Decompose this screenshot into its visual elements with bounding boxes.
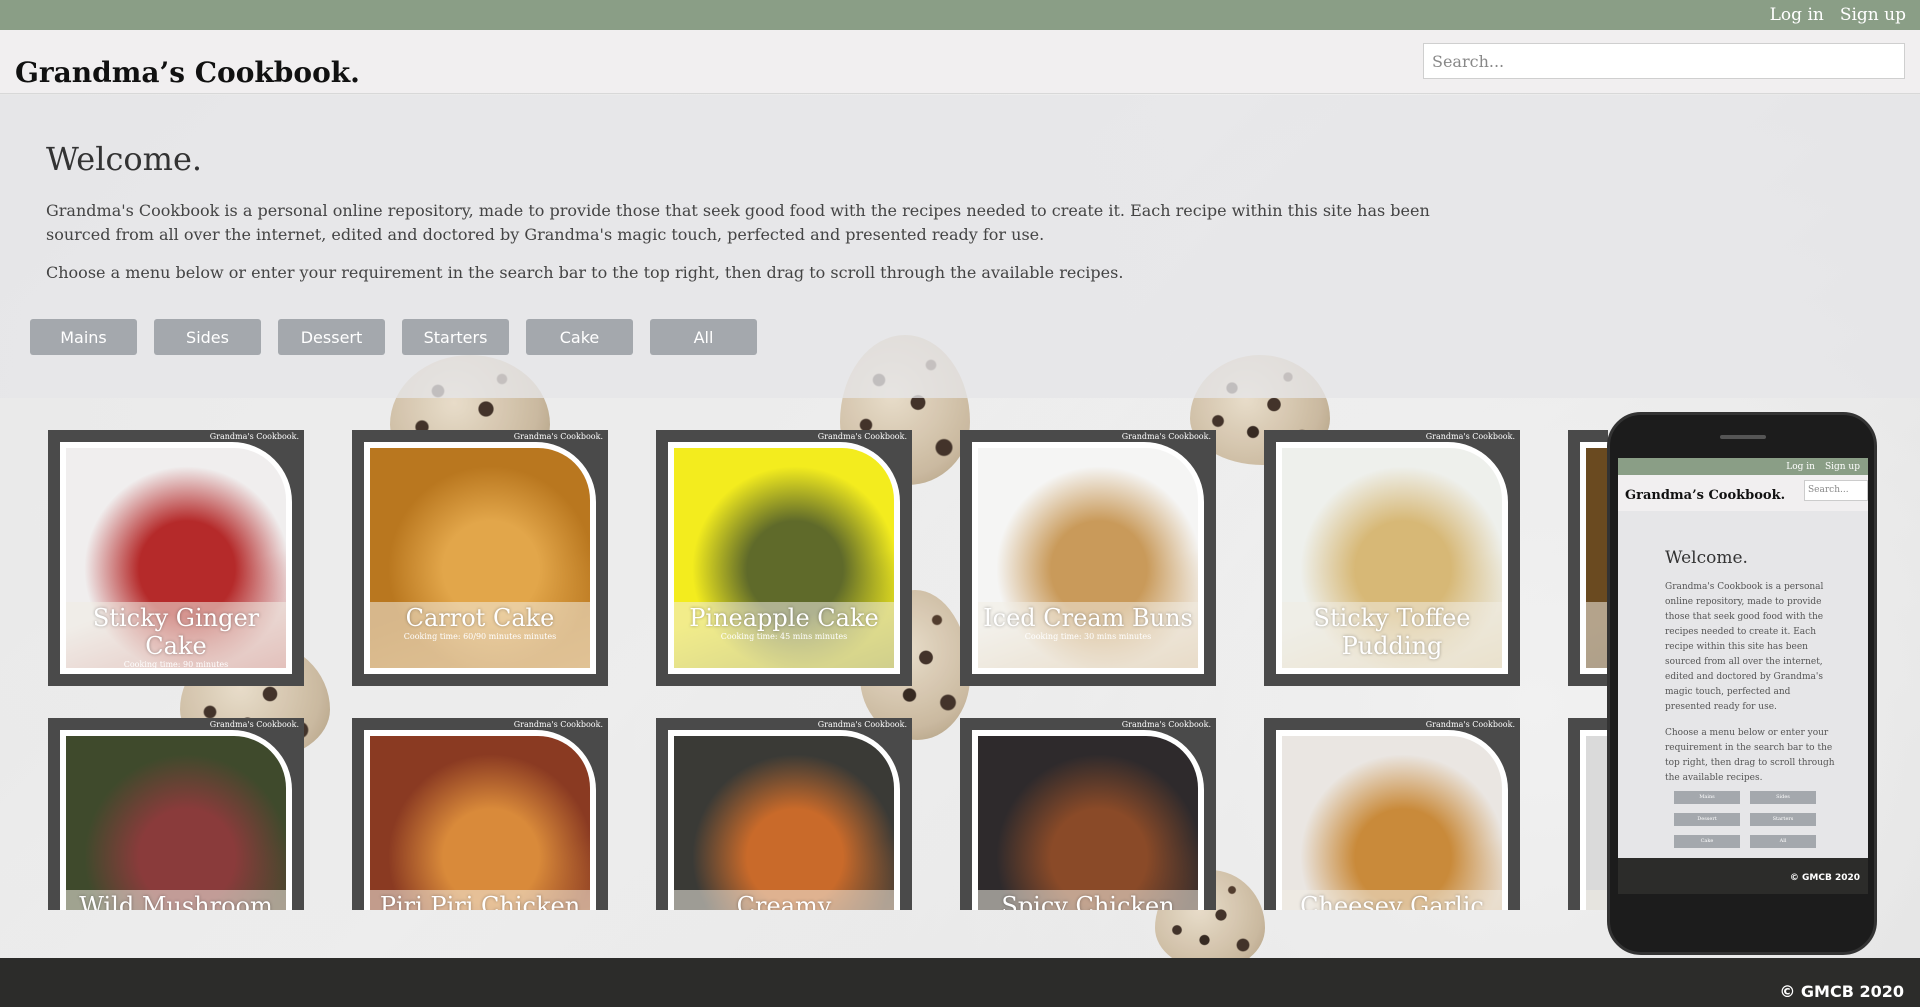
phone-search-input: Search... (1804, 480, 1868, 501)
cooking-time: Cooking time: 45 mins minutes (720, 632, 848, 641)
recipe-caption: Wild Mushroom (66, 890, 286, 910)
card-brand-tag: Grandma's Cookbook. (817, 720, 907, 729)
filter-sides-button[interactable]: Sides (154, 319, 261, 355)
site-header: Grandma’s Cookbook. (0, 30, 1920, 94)
category-filters: Mains Sides Dessert Starters Cake All (30, 319, 757, 355)
phone-brand: Grandma’s Cookbook. (1625, 488, 1786, 503)
card-brand-tag: Grandma's Cookbook. (1121, 720, 1211, 729)
cooking-time: Cooking time: 60/90 minutes minutes (403, 632, 557, 641)
recipe-caption: P (1586, 890, 1608, 910)
recipe-name: Sticky Ginger Cake (92, 604, 260, 660)
site-footer: © GMCB 2020 (0, 958, 1920, 1007)
card-brand-tag: Grandma's Cookbook. (817, 432, 907, 441)
card-brand-tag: Grandma's Cookbook. (1425, 432, 1515, 441)
recipe-image (1282, 736, 1502, 910)
phone-screen: Log in Sign up Grandma’s Cookbook. Searc… (1618, 458, 1868, 894)
recipe-image (674, 736, 894, 910)
copyright: © GMCB 2020 (1779, 982, 1904, 1001)
recipe-name: Sticky Toffee Pudding (1313, 604, 1471, 660)
recipe-card[interactable]: Grandma's Cookbook. Cheesey Garlic (1264, 718, 1520, 910)
phone-header: Grandma’s Cookbook. Search... (1618, 475, 1868, 511)
phone-copyright: © GMCB 2020 (1789, 873, 1860, 883)
card-brand-tag: Grandma's Cookbook. (513, 432, 603, 441)
recipe-name: Wild Mushroom (79, 892, 273, 910)
recipe-caption (1586, 602, 1608, 668)
recipe-card[interactable]: Grandma's Cookbook. Creamy Mushroom (656, 718, 912, 910)
recipe-card[interactable]: Grandma's Cookbook. (1568, 430, 1608, 686)
recipe-card[interactable]: Grandma's Cookbook. Iced Cream Buns Cookin… (960, 430, 1216, 686)
card-brand-tag: Grandma's Cookbook. (1425, 720, 1515, 729)
filter-cake-button[interactable]: Cake (526, 319, 633, 355)
recipe-caption: Spicy Chicken Pitta (978, 890, 1198, 910)
card-brand-tag: Grandma's Cookbook. (209, 432, 299, 441)
filter-dessert-button[interactable]: Dessert (278, 319, 385, 355)
login-link[interactable]: Log in (1770, 5, 1824, 25)
recipe-caption: Sticky Toffee Pudding (1282, 602, 1502, 668)
recipe-name: Iced Cream Buns (983, 604, 1193, 632)
cooking-time: Cooking time: 30 mins minutes (1024, 632, 1152, 641)
search-input[interactable] (1423, 43, 1905, 79)
instructions-text: Choose a menu below or enter your requir… (46, 263, 1124, 282)
card-brand-tag: Grandma's Cookbook. (209, 720, 299, 729)
recipe-card[interactable]: Grandma's Cookbook. Sticky Toffee Pudding (1264, 430, 1520, 686)
filter-all-button[interactable]: All (650, 319, 757, 355)
recipe-name: Cheesey Garlic (1300, 892, 1484, 910)
recipe-name: Piri Piri Chicken (379, 892, 581, 910)
recipe-card[interactable]: Grandma's Cookbook.P (1568, 718, 1608, 910)
signup-link[interactable]: Sign up (1840, 5, 1906, 25)
recipe-caption: Sticky Ginger Cake Cooking time: 90 minut… (66, 602, 286, 669)
top-nav-bar: Log in Sign up (0, 0, 1920, 30)
site-brand[interactable]: Grandma’s Cookbook. (15, 56, 360, 89)
phone-filter-button: All (1750, 835, 1816, 848)
intro-text: Grandma's Cookbook is a personal online … (46, 201, 1430, 244)
recipe-card[interactable]: Grandma's Cookbook. Piri Piri Chicken (352, 718, 608, 910)
filter-mains-button[interactable]: Mains (30, 319, 137, 355)
phone-intro-text: Grandma's Cookbook is a personal online … (1665, 582, 1824, 712)
recipe-name: Creamy Mushroom (736, 892, 832, 910)
phone-filter-button: Sides (1750, 791, 1816, 804)
phone-speaker (1720, 435, 1766, 439)
page-title: Welcome. (46, 140, 203, 178)
phone-top-nav: Log in Sign up (1618, 458, 1868, 475)
recipe-card[interactable]: Grandma's Cookbook. Wild Mushroom (48, 718, 304, 910)
phone-signup-link: Sign up (1824, 461, 1860, 472)
recipe-caption: Creamy Mushroom (674, 890, 894, 910)
recipe-image (1586, 736, 1608, 910)
phone-page-title: Welcome. (1665, 548, 1748, 568)
recipe-caption: Pineapple Cake Cooking time: 45 mins minu… (674, 602, 894, 668)
phone-instructions-text: Choose a menu below or enter your requir… (1665, 728, 1835, 783)
phone-mockup: Log in Sign up Grandma’s Cookbook. Searc… (1607, 412, 1877, 955)
recipe-image (978, 736, 1198, 910)
cooking-time: Cooking time: 90 minutes (123, 660, 229, 669)
recipe-caption: Carrot Cake Cooking time: 60/90 minutes m… (370, 602, 590, 668)
recipe-caption: Iced Cream Buns Cooking time: 30 mins min… (978, 602, 1198, 668)
phone-login-link: Log in (1786, 461, 1815, 472)
recipe-card[interactable]: Grandma's Cookbook. Pineapple Cake Cooking… (656, 430, 912, 686)
recipe-name: Carrot Cake (405, 604, 555, 632)
phone-filter-button: Cake (1674, 835, 1740, 848)
phone-filter-button: Dessert (1674, 813, 1740, 826)
recipe-card[interactable]: Grandma's Cookbook. Sticky Ginger Cake Coo… (48, 430, 304, 686)
card-brand-tag: Grandma's Cookbook. (513, 720, 603, 729)
recipe-caption: Piri Piri Chicken (370, 890, 590, 910)
recipe-name: Pineapple Cake (689, 604, 879, 632)
recipe-name: P (1586, 892, 1608, 910)
recipe-card-grid[interactable]: Grandma's Cookbook. Sticky Ginger Cake Coo… (48, 430, 1608, 910)
recipe-card[interactable]: Grandma's Cookbook. Carrot Cake Cooking ti… (352, 430, 608, 686)
recipe-name: Spicy Chicken Pitta (1001, 892, 1175, 910)
phone-filter-button: Mains (1674, 791, 1740, 804)
phone-filter-buttons: Mains Sides Dessert Starters Cake All (1674, 791, 1824, 848)
recipe-image (370, 736, 590, 910)
phone-footer: © GMCB 2020 (1618, 858, 1868, 894)
recipe-card[interactable]: Grandma's Cookbook. Spicy Chicken Pitta (960, 718, 1216, 910)
card-brand-tag: Grandma's Cookbook. (1121, 432, 1211, 441)
filter-starters-button[interactable]: Starters (402, 319, 509, 355)
phone-filter-button: Starters (1750, 813, 1816, 826)
recipe-caption: Cheesey Garlic (1282, 890, 1502, 910)
welcome-panel: Welcome. Grandma's Cookbook is a persona… (0, 95, 1920, 398)
recipe-image (66, 736, 286, 910)
